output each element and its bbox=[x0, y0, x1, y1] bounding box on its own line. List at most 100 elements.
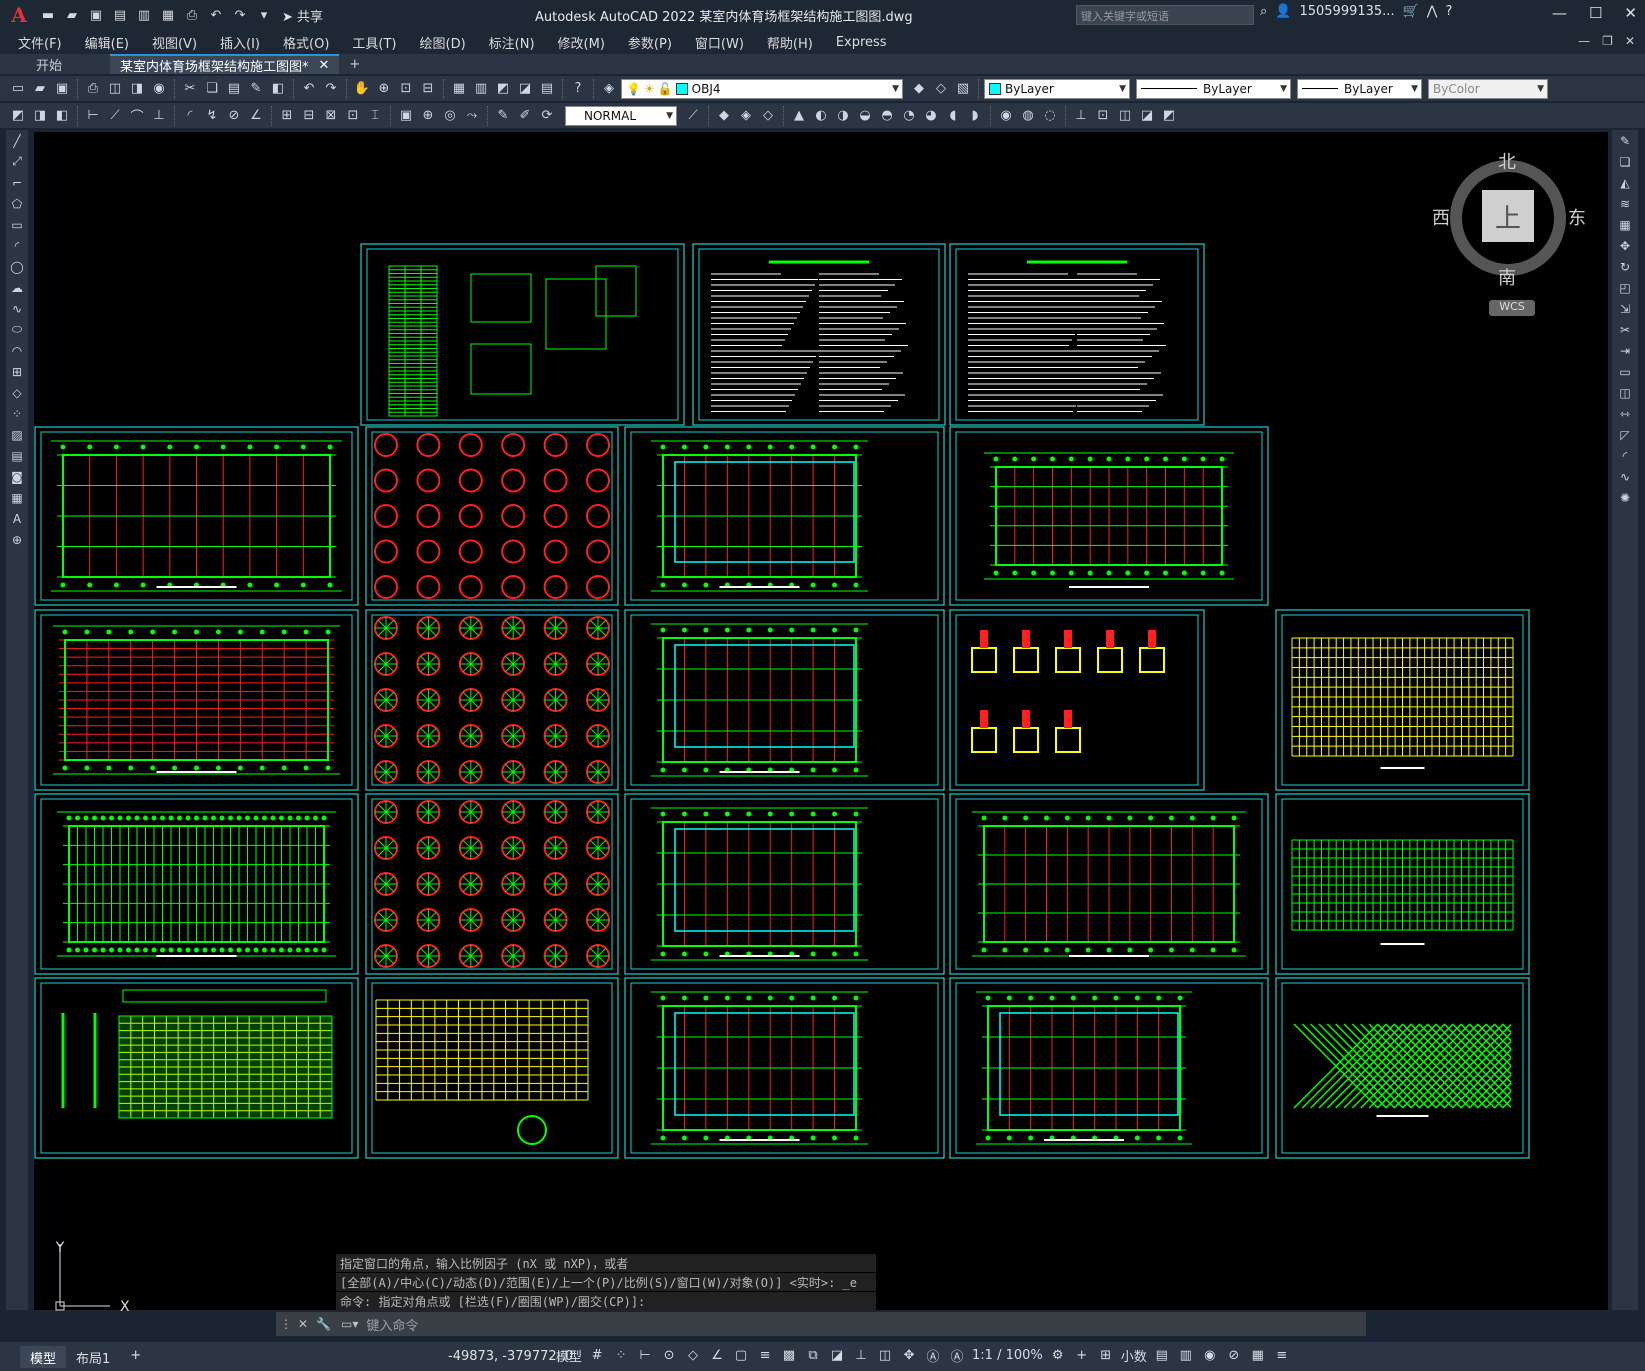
bulb-icon[interactable]: 💡 bbox=[626, 82, 641, 96]
cone-icon[interactable]: ◇ bbox=[758, 106, 778, 126]
ucs-object-icon[interactable]: ◪ bbox=[1137, 106, 1157, 126]
coordinates-readout[interactable]: -49873, -379772, 0 bbox=[448, 1349, 573, 1364]
compass-east[interactable]: 东 bbox=[1568, 204, 1586, 230]
make-current-icon[interactable]: ◆ bbox=[909, 79, 929, 99]
break-icon[interactable]: ◫ bbox=[1612, 382, 1638, 403]
close-icon[interactable]: ✕ bbox=[1624, 4, 1637, 22]
jogged-linear-icon[interactable]: ⤳ bbox=[462, 106, 482, 126]
arc-length-icon[interactable]: ⌒ bbox=[127, 106, 147, 126]
jogged-dim-icon[interactable]: ↯ bbox=[202, 106, 222, 126]
compass-north[interactable]: 北 bbox=[1498, 148, 1516, 174]
menu-insert[interactable]: 插入(I) bbox=[220, 33, 260, 52]
print-icon[interactable]: ⎙ bbox=[182, 5, 202, 25]
3d-print-icon[interactable]: ◉ bbox=[149, 79, 169, 99]
transparency-icon[interactable]: ▩ bbox=[780, 1348, 798, 1363]
scale-icon[interactable]: ◰ bbox=[1612, 277, 1638, 298]
object-snap-tracking-icon[interactable]: ∠ bbox=[708, 1348, 726, 1363]
new-icon[interactable]: ▭ bbox=[8, 79, 28, 99]
aligned-dim-icon[interactable]: ⟋ bbox=[105, 106, 125, 126]
gizmo-icon[interactable]: ✥ bbox=[900, 1348, 918, 1363]
menu-format[interactable]: 格式(O) bbox=[283, 33, 329, 52]
menu-tools[interactable]: 工具(T) bbox=[352, 33, 396, 52]
dim-update-icon[interactable]: ⟳ bbox=[537, 106, 557, 126]
layer-state-icon[interactable]: ▧ bbox=[953, 79, 973, 99]
search-input[interactable]: 键入关键字或短语 bbox=[1076, 5, 1254, 25]
tolerance-icon[interactable]: ▣ bbox=[396, 106, 416, 126]
save-web-icon[interactable]: ▦ bbox=[158, 5, 178, 25]
doc-restore-icon[interactable]: ❐ bbox=[1602, 34, 1613, 48]
intersect-icon[interactable]: ◕ bbox=[921, 106, 941, 126]
lineweight-icon[interactable]: ≡ bbox=[756, 1348, 774, 1363]
continue-dim-icon[interactable]: ⊠ bbox=[321, 106, 341, 126]
construction-line-icon[interactable]: ⤢ bbox=[6, 151, 28, 172]
cylinder-icon[interactable]: ◈ bbox=[736, 106, 756, 126]
dim-space-icon[interactable]: ⊡ bbox=[343, 106, 363, 126]
offset-icon[interactable]: ≋ bbox=[1612, 193, 1638, 214]
copy-icon[interactable]: ❏ bbox=[1612, 151, 1638, 172]
grid-icon[interactable]: # bbox=[588, 1348, 606, 1363]
lock-icon[interactable]: 🔓 bbox=[658, 82, 673, 96]
minimize-icon[interactable]: — bbox=[1552, 4, 1567, 22]
arc-icon[interactable]: ◜ bbox=[6, 235, 28, 256]
radius-dim-icon[interactable]: ◜ bbox=[180, 106, 200, 126]
snap-icon[interactable]: ⁘ bbox=[612, 1348, 630, 1363]
union-icon[interactable]: ◓ bbox=[877, 106, 897, 126]
dynamic-ucs-icon[interactable]: ⊥ bbox=[852, 1348, 870, 1363]
cart-icon[interactable]: 🛒 bbox=[1403, 4, 1419, 19]
customize-icon[interactable]: 🔧 bbox=[316, 1317, 331, 1331]
save-as-icon[interactable]: ▤ bbox=[110, 5, 130, 25]
pan-icon[interactable]: ✋ bbox=[352, 79, 372, 99]
wcs-menu[interactable]: WCS bbox=[1489, 300, 1535, 316]
line-icon[interactable]: ╱ bbox=[6, 130, 28, 151]
preview-icon[interactable]: ◫ bbox=[105, 79, 125, 99]
break-point-icon[interactable]: ▭ bbox=[1612, 361, 1638, 382]
dim-edit-icon[interactable]: ✎ bbox=[493, 106, 513, 126]
ellipse-icon[interactable]: ⬭ bbox=[6, 319, 28, 340]
grip-icon[interactable]: ⋮ bbox=[280, 1317, 292, 1331]
render-icon[interactable]: ◍ bbox=[1018, 106, 1038, 126]
hatch-back-icon[interactable]: ◧ bbox=[52, 106, 72, 126]
blend-icon[interactable]: ∿ bbox=[1612, 466, 1638, 487]
undo-icon[interactable]: ↶ bbox=[299, 79, 319, 99]
revolve-icon[interactable]: ◐ bbox=[811, 106, 831, 126]
copy-icon[interactable]: ❏ bbox=[202, 79, 222, 99]
polygon-icon[interactable]: ⬠ bbox=[6, 193, 28, 214]
isodraft-icon[interactable]: ◇ bbox=[684, 1348, 702, 1363]
dim-text-edit-icon[interactable]: ✐ bbox=[515, 106, 535, 126]
layer-properties-icon[interactable]: ◈ bbox=[599, 79, 619, 99]
menu-draw[interactable]: 绘图(D) bbox=[420, 33, 466, 52]
ordinate-dim-icon[interactable]: ⊥ bbox=[149, 106, 169, 126]
doc-close-icon[interactable]: ✕ bbox=[1625, 34, 1635, 48]
quick-dim-icon[interactable]: ⊞ bbox=[277, 106, 297, 126]
revcloud-icon[interactable]: ☁ bbox=[6, 277, 28, 298]
baseline-dim-icon[interactable]: ⊟ bbox=[299, 106, 319, 126]
undo-icon[interactable]: ↶ bbox=[206, 5, 226, 25]
redo-icon[interactable]: ↷ bbox=[230, 5, 250, 25]
menu-view[interactable]: 视图(V) bbox=[152, 33, 197, 52]
isolate-objects-icon[interactable]: ◉ bbox=[1201, 1348, 1219, 1363]
dim-break-icon[interactable]: ⌶ bbox=[365, 106, 385, 126]
new-icon[interactable]: ▬ bbox=[38, 5, 58, 25]
stretch-icon[interactable]: ⇲ bbox=[1612, 298, 1638, 319]
customize-icon[interactable]: ≡ bbox=[1273, 1348, 1291, 1363]
visual-style-icon[interactable]: ◉ bbox=[996, 106, 1016, 126]
chamfer-icon[interactable]: ◸ bbox=[1612, 424, 1638, 445]
ucs-face-icon[interactable]: ◫ bbox=[1115, 106, 1135, 126]
open-icon[interactable]: ▰ bbox=[62, 5, 82, 25]
loft-icon[interactable]: ◒ bbox=[855, 106, 875, 126]
layer-dropdown[interactable]: 💡 ☀ 🔓 OBJ4 ▼ bbox=[621, 78, 903, 99]
menu-express[interactable]: Express bbox=[836, 35, 887, 50]
zoom-window-icon[interactable]: ⊡ bbox=[396, 79, 416, 99]
lock-ui-icon[interactable]: ▥ bbox=[1177, 1348, 1195, 1363]
spline-icon[interactable]: ∿ bbox=[6, 298, 28, 319]
save-icon[interactable]: ▣ bbox=[52, 79, 72, 99]
gradient-icon[interactable]: ▤ bbox=[6, 445, 28, 466]
trim-icon[interactable]: ✂ bbox=[1612, 319, 1638, 340]
explode-icon[interactable]: ✺ bbox=[1612, 487, 1638, 508]
help-icon[interactable]: ? bbox=[1445, 4, 1452, 19]
center-mark-icon[interactable]: ⊕ bbox=[418, 106, 438, 126]
subtract-icon[interactable]: ◔ bbox=[899, 106, 919, 126]
object-snap-icon[interactable]: ▢ bbox=[732, 1348, 750, 1363]
add-selected-icon[interactable]: ⊕ bbox=[6, 529, 28, 550]
match-prop-icon[interactable]: ✎ bbox=[246, 79, 266, 99]
